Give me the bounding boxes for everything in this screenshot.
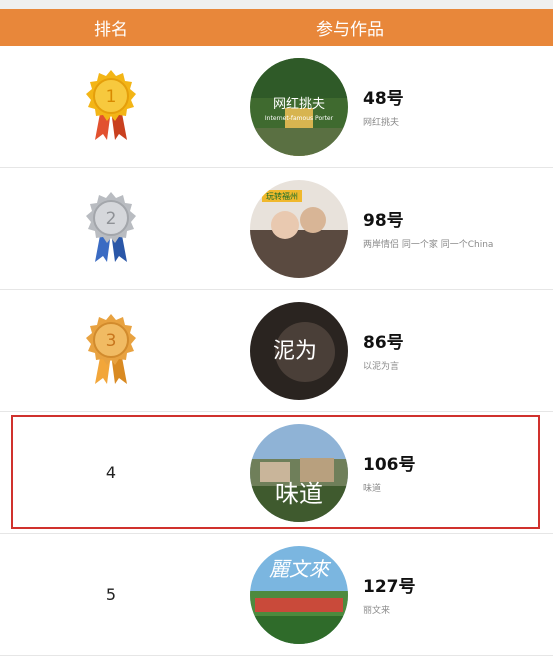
silver-medal-icon: 2 bbox=[86, 191, 136, 262]
work-thumbnail[interactable]: 网红挑夫 Internet-famous Porter bbox=[250, 58, 348, 156]
work-thumbnail[interactable]: 味道 bbox=[250, 424, 348, 522]
medal-number: 3 bbox=[106, 331, 117, 351]
list-item[interactable]: 1 网红挑夫 Internet-famous Porter 48号 网红挑夫 bbox=[0, 46, 553, 168]
work-number: 48号 bbox=[363, 89, 404, 109]
work-desc: 味道 bbox=[363, 484, 382, 494]
work-thumbnail[interactable]: 泥为 bbox=[250, 302, 348, 400]
work-thumbnail[interactable]: 麗文來 bbox=[250, 546, 348, 644]
svg-text:网红挑夫: 网红挑夫 bbox=[273, 96, 325, 112]
rank-cell: 3 bbox=[0, 290, 222, 411]
list-item[interactable]: 3 泥为 86号 以泥为言 bbox=[0, 290, 553, 412]
header-work: 参与作品 bbox=[316, 20, 384, 40]
work-desc: 网红挑夫 bbox=[363, 118, 400, 128]
rank-cell: 1 bbox=[0, 46, 222, 167]
work-number: 127号 bbox=[363, 577, 416, 597]
list-item[interactable]: 5 麗文來 127号 丽文来 bbox=[0, 534, 553, 656]
work-desc: 两岸情侣 同一个家 同一个China bbox=[363, 240, 494, 250]
gold-medal-icon: 1 bbox=[86, 69, 136, 140]
work-thumbnail[interactable]: 玩转福州 bbox=[250, 180, 348, 278]
bronze-medal-icon: 3 bbox=[86, 313, 136, 384]
work-number: 86号 bbox=[363, 333, 404, 353]
rank-number: 5 bbox=[105, 585, 117, 604]
work-number: 106号 bbox=[363, 455, 416, 475]
rank-cell: 4 bbox=[0, 412, 222, 533]
svg-text:泥为: 泥为 bbox=[273, 339, 317, 364]
list-item[interactable]: 4 味道 106号 味道 bbox=[0, 412, 553, 534]
svg-text:味道: 味道 bbox=[275, 480, 323, 508]
medal-number: 1 bbox=[106, 87, 117, 107]
rank-number: 4 bbox=[105, 463, 117, 482]
table-header: 排名 参与作品 bbox=[0, 9, 553, 46]
top-strip bbox=[0, 0, 553, 9]
work-desc: 丽文来 bbox=[363, 606, 391, 616]
medal-number: 2 bbox=[106, 209, 117, 229]
svg-text:Internet-famous Porter: Internet-famous Porter bbox=[265, 115, 334, 122]
rank-cell: 5 bbox=[0, 534, 222, 655]
rank-cell: 2 bbox=[0, 168, 222, 289]
svg-text:麗文來: 麗文來 bbox=[269, 557, 332, 581]
header-rank: 排名 bbox=[94, 20, 128, 40]
list-item[interactable]: 2 玩转福州 98号 两岸情侣 同一个家 同一个China bbox=[0, 168, 553, 290]
svg-text:玩转福州: 玩转福州 bbox=[266, 191, 298, 201]
work-number: 98号 bbox=[363, 211, 404, 231]
work-desc: 以泥为言 bbox=[363, 362, 400, 372]
